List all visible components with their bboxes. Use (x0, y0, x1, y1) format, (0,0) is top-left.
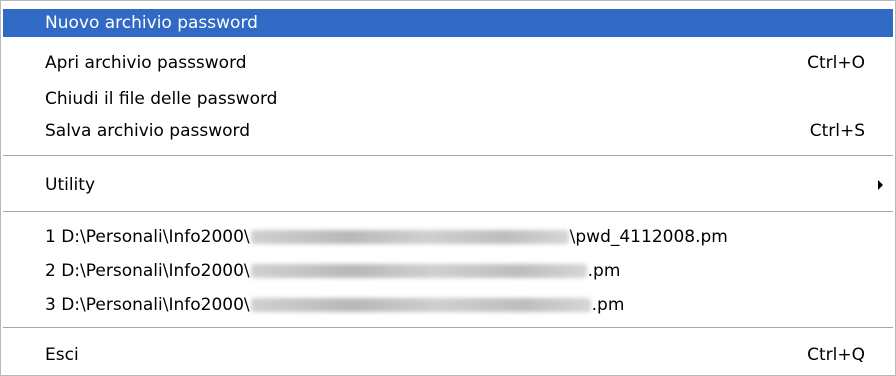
recent-file-path-suffix: .pm (587, 261, 621, 281)
menu-item-exit[interactable]: Esci Ctrl+Q (3, 341, 893, 369)
menu-item-shortcut: Ctrl+Q (807, 345, 865, 365)
submenu-arrow-icon (878, 180, 883, 190)
menu-item-label: Chiudi il file delle password (45, 89, 278, 109)
recent-file-path-prefix: 2 D:\Personali\Info2000\ (45, 261, 250, 281)
menu-item-label: Salva archivio password (45, 121, 250, 141)
redacted-path-segment (250, 264, 587, 278)
menu-item-open-archive[interactable]: Apri archivio passsword Ctrl+O (3, 49, 893, 77)
recent-file-2[interactable]: 2 D:\Personali\Info2000\ .pm (3, 257, 893, 285)
recent-file-1[interactable]: 1 D:\Personali\Info2000\ \pwd_4112008.pm (3, 223, 893, 251)
menu-separator (3, 327, 893, 329)
menu-separator (3, 211, 893, 213)
menu-item-label: Utility (45, 175, 96, 195)
menu-item-shortcut: Ctrl+S (809, 121, 865, 141)
recent-file-path-prefix: 1 D:\Personali\Info2000\ (45, 227, 250, 247)
menu-item-label: Nuovo archivio password (45, 13, 258, 33)
menu-separator (3, 155, 893, 157)
recent-file-path-suffix: \pwd_4112008.pm (569, 227, 728, 247)
menu-item-label: Esci (45, 345, 79, 365)
recent-file-path-prefix: 3 D:\Personali\Info2000\ (45, 295, 250, 315)
menu-item-new-archive[interactable]: Nuovo archivio password (3, 9, 893, 37)
file-menu: Nuovo archivio password Apri archivio pa… (0, 0, 896, 376)
menu-item-save-archive[interactable]: Salva archivio password Ctrl+S (3, 117, 893, 145)
menu-item-utility[interactable]: Utility (3, 171, 893, 199)
menu-item-label: Apri archivio passsword (45, 53, 247, 73)
recent-file-path-suffix: .pm (591, 295, 625, 315)
menu-item-close-file[interactable]: Chiudi il file delle password (3, 85, 893, 113)
redacted-path-segment (250, 298, 591, 312)
recent-file-3[interactable]: 3 D:\Personali\Info2000\ .pm (3, 291, 893, 319)
redacted-path-segment (250, 230, 569, 244)
menu-item-shortcut: Ctrl+O (807, 53, 865, 73)
